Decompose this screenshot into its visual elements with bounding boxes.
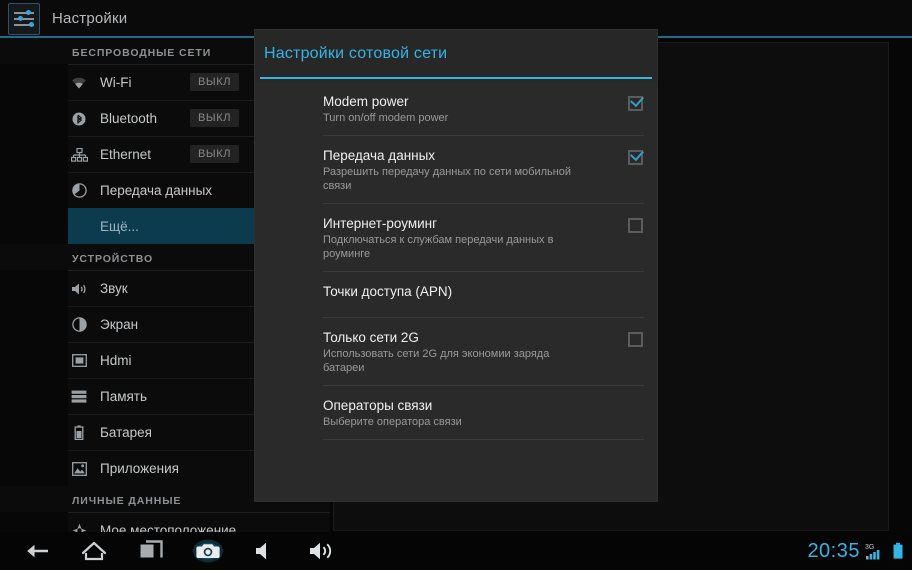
preference-title: Точки доступа (APN) bbox=[323, 284, 453, 299]
display-icon bbox=[68, 314, 90, 336]
system-navigation-bar: 20:35 3G bbox=[0, 532, 912, 570]
preference-summary: Разрешить передачу данных по сети мобиль… bbox=[323, 166, 572, 192]
sidebar-label: Звук bbox=[100, 281, 128, 296]
preference-title: Только сети 2G bbox=[323, 330, 419, 345]
preference-title: Передача данных bbox=[323, 148, 436, 163]
sound-icon bbox=[68, 278, 90, 300]
apps-icon bbox=[68, 458, 90, 480]
preference-title: Modem power bbox=[323, 94, 409, 109]
preference-2g-only[interactable]: Только сети 2G Использовать сети 2G для … bbox=[323, 318, 644, 386]
storage-icon bbox=[68, 386, 90, 408]
sidebar-label: Память bbox=[100, 389, 148, 404]
battery-full-icon bbox=[892, 542, 904, 560]
modem-power-checkbox[interactable] bbox=[628, 96, 643, 111]
sidebar-label: Hdmi bbox=[100, 353, 132, 368]
volume-up-icon[interactable] bbox=[293, 532, 350, 570]
sidebar-label: Ещё... bbox=[100, 219, 139, 234]
ethernet-icon bbox=[68, 144, 90, 166]
preference-summary: Использовать сети 2G для экономии заряда… bbox=[323, 348, 550, 374]
preference-summary: Подключаться к службам передачи данных в… bbox=[323, 234, 554, 260]
recents-icon[interactable] bbox=[122, 532, 179, 570]
preference-data-enabled[interactable]: Передача данных Разрешить передачу данны… bbox=[323, 136, 644, 204]
bluetooth-icon bbox=[68, 108, 90, 130]
preference-title: Операторы связи bbox=[323, 398, 433, 413]
data-enabled-checkbox[interactable] bbox=[628, 150, 643, 165]
sidebar-label: Wi-Fi bbox=[100, 75, 132, 90]
preference-title: Интернет-роуминг bbox=[323, 216, 438, 231]
page-title: Настройки bbox=[52, 10, 128, 27]
wifi-icon bbox=[68, 72, 90, 94]
dialog-preference-list: Modem power Turn on/off modem power Пере… bbox=[255, 82, 657, 501]
preference-data-roaming[interactable]: Интернет-роуминг Подключаться к службам … bbox=[323, 204, 644, 272]
data-roaming-checkbox[interactable] bbox=[628, 218, 643, 233]
data-usage-icon bbox=[68, 180, 90, 202]
preference-summary: Turn on/off modem power bbox=[323, 112, 449, 124]
dialog-title: Настройки сотовой сети bbox=[264, 45, 448, 62]
sidebar-label: Батарея bbox=[100, 425, 152, 440]
preference-summary: Выберите оператора связи bbox=[323, 416, 462, 428]
sidebar-label: Ethernet bbox=[100, 147, 152, 162]
signal-bars-icon: 3G bbox=[865, 541, 887, 561]
home-icon[interactable] bbox=[65, 532, 122, 570]
dialog-header: Настройки сотовой сети bbox=[255, 30, 657, 79]
svg-text:3G: 3G bbox=[865, 544, 874, 551]
sidebar-label: Экран bbox=[100, 317, 139, 332]
sliders-icon bbox=[8, 2, 40, 35]
ethernet-toggle-badge[interactable]: ВЫКЛ bbox=[190, 145, 240, 163]
preference-apn[interactable]: Точки доступа (APN) bbox=[323, 272, 644, 318]
wifi-toggle-badge[interactable]: ВЫКЛ bbox=[190, 73, 240, 91]
status-clock[interactable]: 20:35 bbox=[807, 540, 860, 563]
volume-down-icon[interactable] bbox=[236, 532, 293, 570]
cellular-network-settings-dialog: Настройки сотовой сети Modem power Turn … bbox=[255, 30, 657, 501]
bluetooth-toggle-badge[interactable]: ВЫКЛ bbox=[190, 109, 240, 127]
battery-icon bbox=[68, 422, 90, 444]
2g-only-checkbox[interactable] bbox=[628, 332, 643, 347]
sidebar-label: Передача данных bbox=[100, 183, 213, 198]
android-tablet-screen: Настройки БЕСПРОВОДНЫЕ СЕТИ Wi-Fi ВЫКЛ B… bbox=[0, 0, 912, 570]
dialog-accent-rule bbox=[260, 77, 652, 79]
screenshot-camera-icon[interactable] bbox=[179, 532, 236, 570]
preference-network-operators[interactable]: Операторы связи Выберите оператора связи bbox=[323, 386, 644, 440]
preference-modem-power[interactable]: Modem power Turn on/off modem power bbox=[323, 82, 644, 136]
back-icon[interactable] bbox=[8, 532, 65, 570]
sidebar-label: Приложения bbox=[100, 461, 179, 476]
status-area[interactable]: 20:35 3G bbox=[807, 532, 904, 570]
sidebar-label: Bluetooth bbox=[100, 111, 158, 126]
hdmi-icon bbox=[68, 350, 90, 372]
